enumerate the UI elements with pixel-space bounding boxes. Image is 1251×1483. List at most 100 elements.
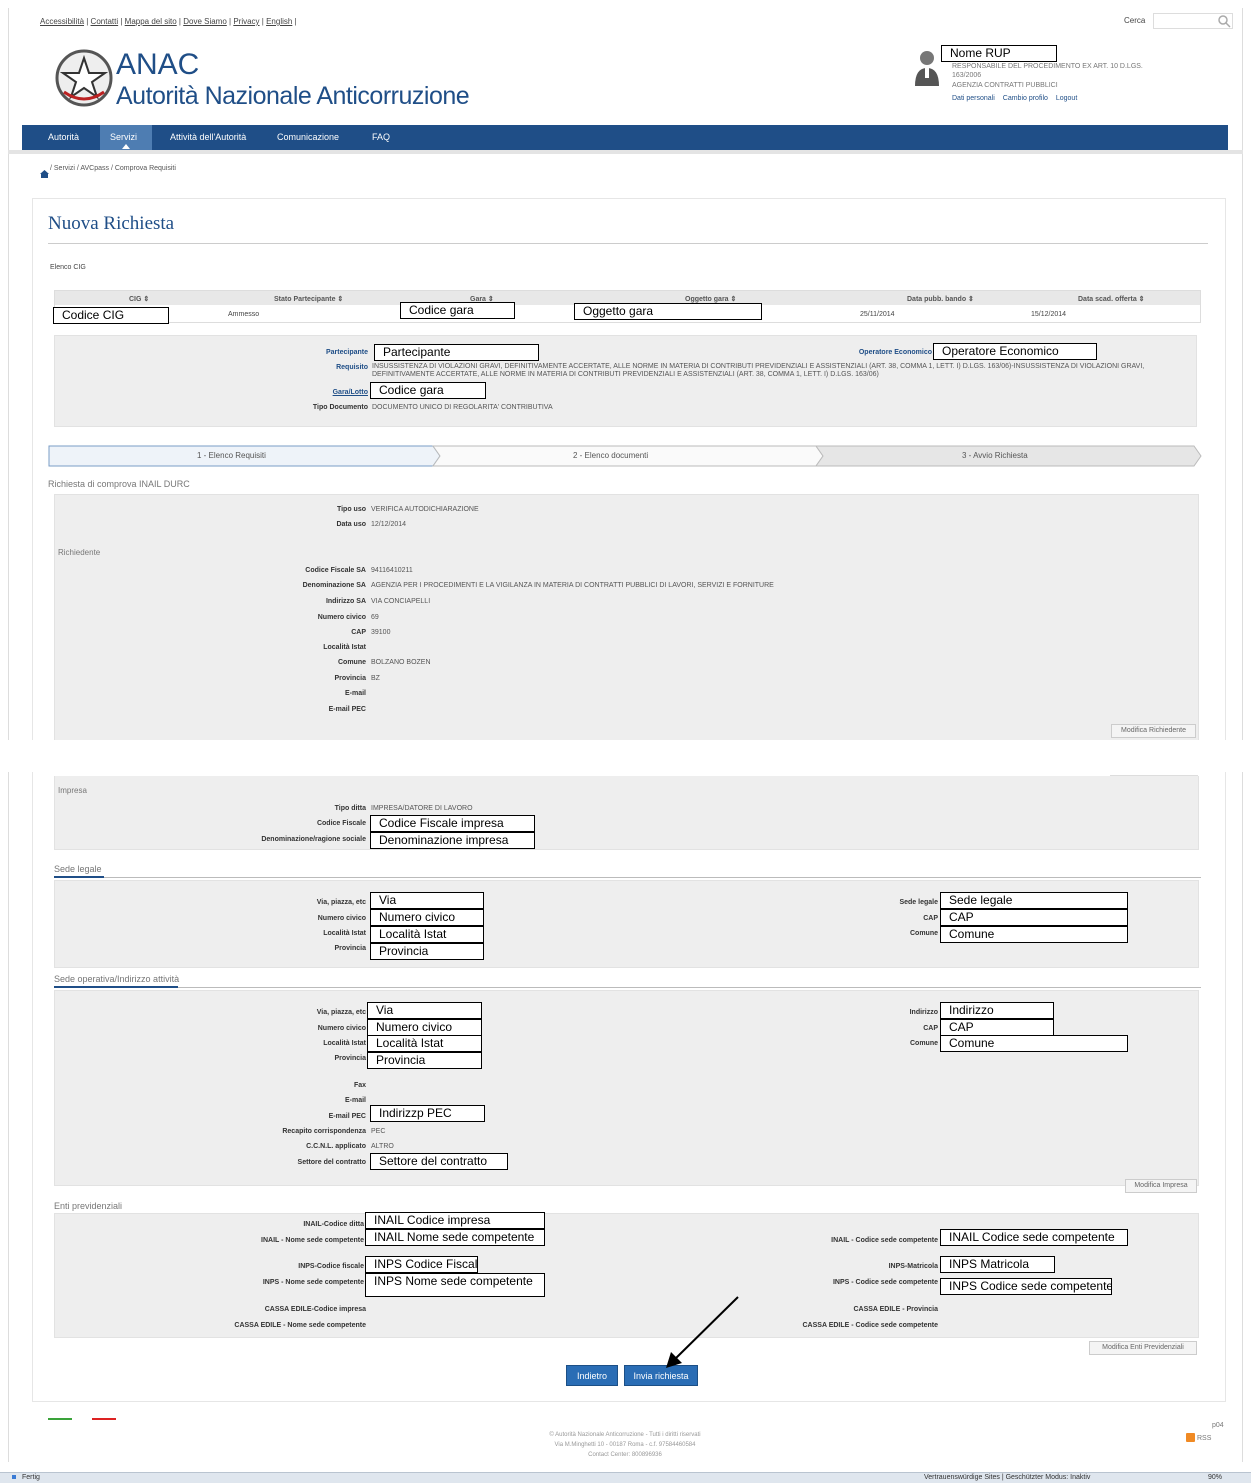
inail-nome-value: INAIL Nome sede competente (365, 1229, 545, 1246)
richiedente-civico-label: Numero civico (317, 614, 366, 621)
operatore-label: Operatore Economico (858, 349, 932, 356)
richiedente-title: Richiedente (58, 548, 101, 557)
tipo-uso-value: VERIFICA AUTODICHIARAZIONE (371, 506, 479, 513)
richiedente-denom-label: Denominazione SA (302, 582, 366, 589)
link-contatti[interactable]: Contatti (91, 17, 119, 26)
data-uso-label: Data uso (336, 521, 366, 528)
richiedente-cap-value: 39100 (371, 629, 391, 636)
requisito-value: INSUSSISTENZA DI VIOLAZIONI GRAVI, DEFIN… (372, 363, 1145, 378)
flag-green-bar (48, 1418, 72, 1420)
col-data-scad[interactable]: Data scad. offerta ⇕ (1078, 295, 1145, 303)
richiedente-indirizzo-label: Indirizzo SA (325, 598, 366, 605)
cassa-prov-label: CASSA EDILE - Provincia (853, 1306, 938, 1313)
nav-autorita[interactable]: Autorità (48, 132, 79, 142)
search-icon[interactable] (1217, 14, 1231, 28)
col-cig[interactable]: CIG ⇕ (129, 295, 149, 303)
so-recapito-label: Recapito corrispondenza (282, 1128, 366, 1135)
footer-line1: © Autorità Nazionale Anticorruzione - Tu… (549, 1432, 701, 1438)
richiedente-pec-label: E-mail PEC (328, 706, 366, 713)
so-istat-label: Località Istat (323, 1040, 366, 1047)
step-2[interactable]: 2 - Elenco documenti (573, 451, 648, 460)
cassa-cod-label: CASSA EDILE-Codice impresa (264, 1306, 366, 1313)
nav-servizi[interactable]: Servizi (100, 125, 152, 150)
richiedente-provincia-value: BZ (371, 675, 380, 682)
search-label: Cerca (1124, 16, 1146, 25)
link-english[interactable]: English (266, 17, 292, 26)
col-data-pubb[interactable]: Data pubb. bando ⇕ (907, 295, 974, 303)
user-org: AGENZIA CONTRATTI PUBBLICI (952, 82, 1058, 89)
sede-legale-rule (104, 877, 1201, 878)
so-cap-value: CAP (940, 1019, 1054, 1036)
richiedente-email-label: E-mail (344, 690, 366, 697)
data-uso-value: 12/12/2014 (371, 521, 407, 528)
inps-sede-value: INPS Codice sede competente (940, 1278, 1112, 1295)
so-comune-value: Comune (940, 1035, 1128, 1052)
so-prov-label: Provincia (334, 1055, 366, 1062)
cassa-nome-label: CASSA EDILE - Nome sede competente (234, 1322, 366, 1329)
richiedente-comune-label: Comune (338, 659, 366, 666)
so-recapito-value: PEC (371, 1128, 386, 1135)
col-oggetto[interactable]: Oggetto gara ⇕ (685, 295, 736, 303)
page-title: Nuova Richiesta (48, 213, 175, 234)
utility-links: Accessibilità | Contatti | Mappa del sit… (40, 17, 297, 26)
inail-cod-label: INAIL-Codice ditta (303, 1221, 364, 1228)
status-icon (12, 1475, 16, 1479)
impresa-denom-label: Denominazione/ragione sociale (261, 836, 366, 843)
gara-lotto-value[interactable]: Codice gara (370, 382, 486, 399)
inps-mat-label: INPS-Matricola (888, 1263, 938, 1270)
richiedente-denom-value: AGENZIA PER I PROCEDIMENTI E LA VIGILANZ… (371, 582, 774, 589)
nav-comunicazione[interactable]: Comunicazione (277, 132, 339, 142)
so-via-value: Via (367, 1002, 482, 1019)
requisito-label: Requisito (336, 364, 368, 371)
sl-istat-value: Località Istat (370, 926, 484, 943)
link-dati-personali[interactable]: Dati personali (952, 95, 995, 102)
sl-comune-value: Comune (940, 926, 1128, 943)
flag-red-bar (92, 1418, 116, 1420)
link-cambio-profilo[interactable]: Cambio profilo (1003, 95, 1048, 102)
back-button[interactable]: Indietro (566, 1365, 618, 1386)
so-pec-value: Indirizzp PEC (370, 1105, 485, 1122)
impresa-title: Impresa (58, 786, 87, 795)
user-name: Nome RUP (941, 45, 1057, 62)
sl-prov-value: Provincia (370, 943, 484, 960)
rss-icon[interactable] (1186, 1433, 1195, 1442)
col-stato[interactable]: Stato Partecipante ⇕ (274, 295, 343, 303)
modifica-impresa-button[interactable]: Modifica Impresa (1125, 1179, 1197, 1193)
emblem-icon (54, 48, 114, 108)
so-civico-value: Numero civico (367, 1019, 482, 1036)
cell-gara: Codice gara (400, 302, 515, 319)
link-accessibilita[interactable]: Accessibilità (40, 17, 84, 26)
link-logout[interactable]: Logout (1056, 95, 1077, 102)
footer-code: p04 (1212, 1422, 1224, 1429)
link-privacy[interactable]: Privacy (233, 17, 259, 26)
sl-civico-label: Numero civico (317, 915, 366, 922)
richiedente-civico-value: 69 (371, 614, 379, 621)
richiedente-istat-label: Località Istat (323, 644, 366, 651)
cell-cig[interactable]: Codice CIG (53, 307, 169, 324)
richiedente-provincia-label: Provincia (334, 675, 366, 682)
gara-lotto-label: Gara/Lotto (332, 389, 368, 396)
home-icon[interactable] (40, 165, 49, 178)
tipo-uso-label: Tipo uso (336, 506, 366, 513)
title-rule (48, 243, 1208, 244)
cell-stato: Ammesso (228, 311, 260, 318)
rss-label[interactable]: RSS (1197, 1435, 1211, 1442)
modifica-richiedente-button[interactable]: Modifica Richiedente (1111, 724, 1196, 738)
step-1[interactable]: 1 - Elenco Requisiti (197, 451, 266, 460)
sede-legale-underline (54, 876, 104, 878)
step-3[interactable]: 3 - Avvio Richiesta (962, 451, 1028, 460)
operatore-value: Operatore Economico (933, 343, 1097, 360)
so-ccnl-label: C.C.N.L. applicato (306, 1143, 366, 1150)
link-mappa[interactable]: Mappa del sito (125, 17, 177, 26)
cell-oggetto: Oggetto gara (574, 303, 762, 320)
request-title: Richiesta di comprova INAIL DURC (48, 479, 190, 489)
link-dove-siamo[interactable]: Dove Siamo (183, 17, 227, 26)
nav-faq[interactable]: FAQ (372, 132, 390, 142)
cassa-sede-label: CASSA EDILE - Codice sede competente (802, 1322, 939, 1329)
modifica-enti-button[interactable]: Modifica Enti Previdenziali (1089, 1341, 1197, 1355)
sl-cap-value: CAP (940, 909, 1128, 926)
nav-attivita[interactable]: Attività dell'Autorità (170, 132, 246, 142)
inps-cf-value: INPS Codice Fiscale (365, 1256, 478, 1273)
status-zoom[interactable]: 90% (1208, 1474, 1222, 1481)
user-role: RESPONSABILE DEL PROCEDIMENTO EX ART. 10… (952, 63, 1143, 79)
